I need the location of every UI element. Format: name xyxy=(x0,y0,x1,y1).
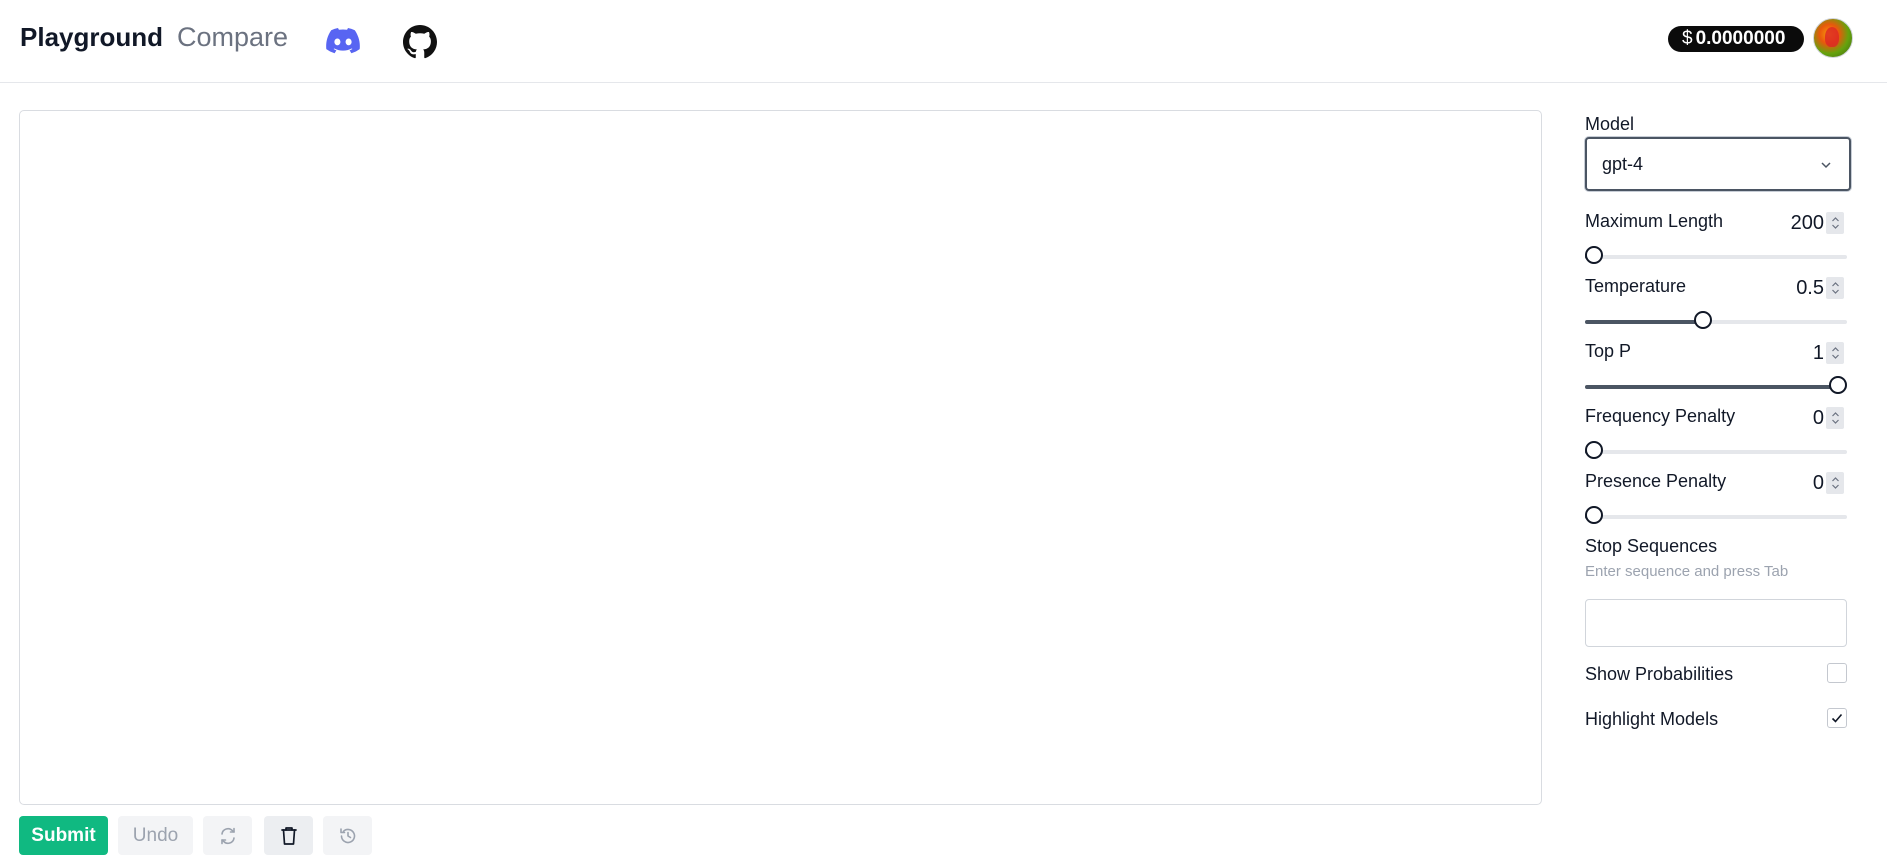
model-select[interactable]: gpt-4 xyxy=(1585,137,1851,191)
temperature-value[interactable]: 0.5 xyxy=(1780,277,1824,300)
stepper-icon xyxy=(1831,217,1839,229)
history-button[interactable] xyxy=(323,816,372,855)
balance-value: 0.0000000 xyxy=(1695,28,1786,49)
frequency-penalty-slider-thumb[interactable] xyxy=(1585,441,1603,459)
temperature-slider-thumb[interactable] xyxy=(1693,311,1712,329)
clear-button[interactable] xyxy=(264,816,313,855)
presence-penalty-slider-thumb[interactable] xyxy=(1585,506,1603,524)
trash-icon xyxy=(280,826,297,845)
frequency-penalty-label: Frequency Penalty xyxy=(1585,406,1736,426)
temperature-stepper[interactable] xyxy=(1826,277,1844,299)
stop-sequences-hint: Enter sequence and press Tab xyxy=(1585,563,1789,580)
chevron-down-icon xyxy=(1821,162,1831,169)
top-p-label: Top P xyxy=(1585,341,1632,361)
balance-badge: $ 0.0000000 xyxy=(1668,26,1804,52)
top-p-slider-thumb[interactable] xyxy=(1829,376,1847,394)
stepper-icon xyxy=(1831,412,1839,424)
presence-penalty-label: Presence Penalty xyxy=(1585,471,1727,491)
temperature-label: Temperature xyxy=(1585,276,1687,296)
show-probabilities-checkbox[interactable] xyxy=(1827,663,1847,683)
max-length-value[interactable]: 200 xyxy=(1780,212,1824,235)
compare-link[interactable]: Compare xyxy=(177,22,288,53)
temperature-slider-fill xyxy=(1585,320,1703,324)
frequency-penalty-stepper[interactable] xyxy=(1826,407,1844,429)
top-p-slider-fill xyxy=(1585,385,1838,389)
presence-penalty-value[interactable]: 0 xyxy=(1780,472,1824,495)
top-bar: Playground Compare $ 0.0000000 xyxy=(0,0,1887,83)
submit-button[interactable]: Submit xyxy=(19,816,108,855)
github-icon[interactable] xyxy=(403,25,437,59)
avatar[interactable] xyxy=(1813,18,1853,58)
history-icon xyxy=(339,827,355,843)
top-p-stepper[interactable] xyxy=(1826,342,1844,364)
max-length-stepper[interactable] xyxy=(1826,212,1844,234)
max-length-label: Maximum Length xyxy=(1585,211,1724,231)
model-label: Model xyxy=(1585,114,1635,134)
frequency-penalty-value[interactable]: 0 xyxy=(1780,407,1824,430)
frequency-penalty-slider[interactable] xyxy=(1585,441,1847,459)
max-length-slider-thumb[interactable] xyxy=(1585,246,1603,264)
highlight-models-checkbox[interactable] xyxy=(1827,708,1847,728)
prompt-editor[interactable] xyxy=(19,110,1542,805)
undo-button[interactable]: Undo xyxy=(118,816,193,855)
top-p-slider[interactable] xyxy=(1585,376,1847,394)
top-p-value[interactable]: 1 xyxy=(1780,342,1824,365)
model-select-value: gpt-4 xyxy=(1602,154,1644,174)
stop-sequences-label: Stop Sequences xyxy=(1585,536,1718,556)
show-probabilities-label: Show Probabilities xyxy=(1585,664,1734,684)
dollar-icon: $ xyxy=(1682,28,1693,49)
stepper-icon xyxy=(1831,477,1839,489)
stepper-icon xyxy=(1831,347,1839,359)
max-length-slider[interactable] xyxy=(1585,246,1847,264)
checkmark-icon xyxy=(1831,713,1843,723)
discord-icon[interactable] xyxy=(326,28,360,54)
regenerate-icon xyxy=(220,827,235,844)
page-title[interactable]: Playground xyxy=(20,22,163,53)
highlight-models-label: Highlight Models xyxy=(1585,709,1719,729)
presence-penalty-slider[interactable] xyxy=(1585,506,1847,524)
stop-sequences-input[interactable] xyxy=(1585,599,1847,647)
regenerate-button[interactable] xyxy=(203,816,252,855)
stepper-icon xyxy=(1831,282,1839,294)
presence-penalty-stepper[interactable] xyxy=(1826,472,1844,494)
temperature-slider[interactable] xyxy=(1585,311,1847,329)
